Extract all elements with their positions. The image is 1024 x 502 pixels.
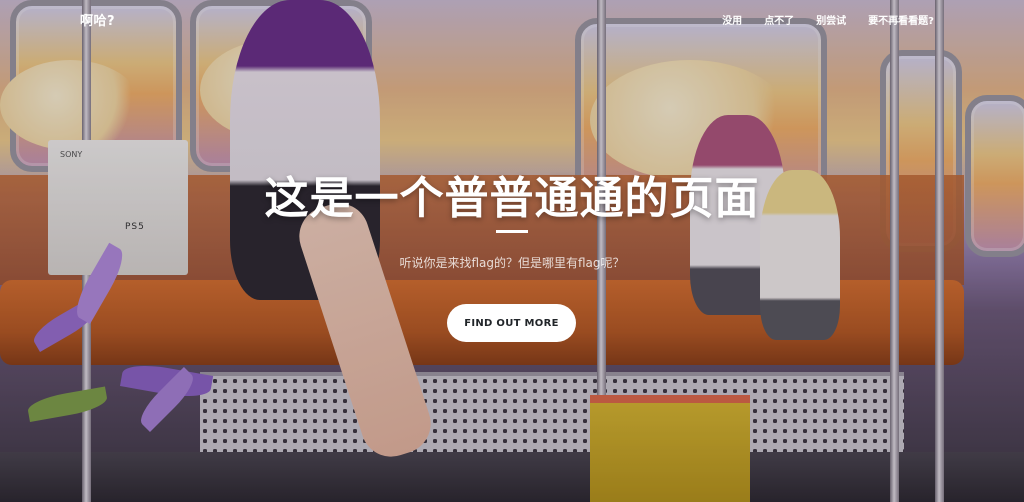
nav-link-dont-try[interactable]: 别尝试 <box>816 12 846 27</box>
nav-link-unclickable[interactable]: 点不了 <box>764 12 794 27</box>
hero-divider <box>496 230 528 233</box>
dark-overlay <box>0 0 1024 502</box>
hero-subtitle: 听说你是来找flag的？但是哪里有flag呢？ <box>399 256 625 270</box>
background-illustration: SONY PS5 <box>0 0 1024 502</box>
brand-logo[interactable]: 啊哈? <box>80 10 115 29</box>
top-nav: 没用 点不了 别尝试 要不再看看题? <box>722 12 934 27</box>
nav-link-useless[interactable]: 没用 <box>722 12 742 27</box>
hero-title: 这是一个普普通通的页面 <box>264 173 760 224</box>
nav-link-recheck-problem[interactable]: 要不再看看题? <box>868 12 934 27</box>
find-out-more-button[interactable]: FIND OUT MORE <box>447 304 576 342</box>
